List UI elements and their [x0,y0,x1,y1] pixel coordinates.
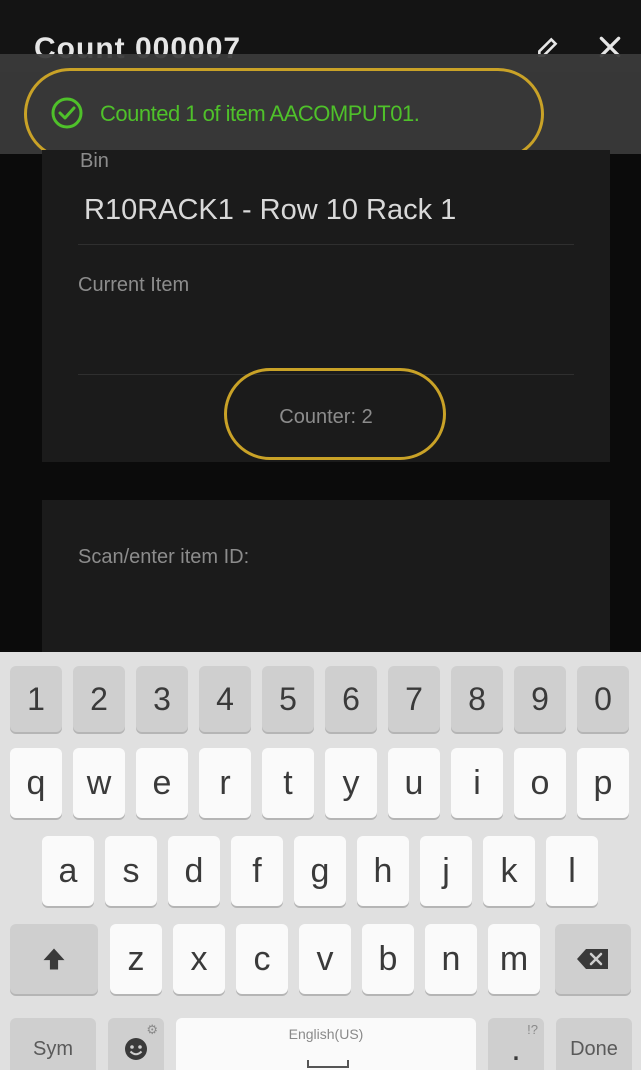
current-item-label: Current Item [78,274,190,296]
backspace-icon [577,949,608,969]
emoji-key[interactable]: ⚙ [108,1018,164,1070]
key-z[interactable]: z [110,924,162,994]
key-t[interactable]: t [262,748,314,818]
key-0[interactable]: 0 [577,666,629,732]
backspace-key[interactable] [555,924,631,994]
key-1[interactable]: 1 [10,666,62,732]
key-g[interactable]: g [294,836,346,906]
key-k[interactable]: k [483,836,535,906]
key-7[interactable]: 7 [388,666,440,732]
key-a[interactable]: a [42,836,94,906]
key-4[interactable]: 4 [199,666,251,732]
key-u[interactable]: u [388,748,440,818]
emoji-icon [125,1038,147,1060]
done-key[interactable]: Done [556,1018,632,1070]
key-o[interactable]: o [514,748,566,818]
screen: Count 000007 Counted 1 of item AACOMPUT0… [0,0,641,1070]
space-language-label: English(US) [288,1026,364,1042]
key-w[interactable]: w [73,748,125,818]
shift-key[interactable] [10,924,98,994]
bin-value: R10RACK1 - Row 10 Rack 1 [84,194,457,226]
key-p[interactable]: p [577,748,629,818]
key-8[interactable]: 8 [451,666,503,732]
divider [78,244,574,245]
space-bar-icon [307,1060,349,1068]
key-d[interactable]: d [168,836,220,906]
sym-key[interactable]: Sym [10,1018,96,1070]
period-key-hint: !? [527,1022,538,1037]
period-key-label: . [511,1029,521,1068]
key-r[interactable]: r [199,748,251,818]
key-b[interactable]: b [362,924,414,994]
scan-card: Scan/enter item ID: [42,500,610,659]
key-5[interactable]: 5 [262,666,314,732]
bin-label: Bin [80,150,109,172]
key-j[interactable]: j [420,836,472,906]
key-m[interactable]: m [488,924,540,994]
key-f[interactable]: f [231,836,283,906]
key-9[interactable]: 9 [514,666,566,732]
key-v[interactable]: v [299,924,351,994]
key-2[interactable]: 2 [73,666,125,732]
key-h[interactable]: h [357,836,409,906]
key-s[interactable]: s [105,836,157,906]
key-x[interactable]: x [173,924,225,994]
toast-notification: Counted 1 of item AACOMPUT01. [0,54,641,160]
key-l[interactable]: l [546,836,598,906]
key-3[interactable]: 3 [136,666,188,732]
key-c[interactable]: c [236,924,288,994]
period-key[interactable]: !? . [488,1018,544,1070]
scan-label: Scan/enter item ID: [78,546,250,568]
key-q[interactable]: q [10,748,62,818]
key-6[interactable]: 6 [325,666,377,732]
space-key[interactable]: English(US) [176,1018,476,1070]
shift-arrow-icon [43,948,65,970]
counter-text: Counter: 2 [279,406,373,428]
location-card: Bin R10RACK1 - Row 10 Rack 1 Current Ite… [42,150,610,462]
key-e[interactable]: e [136,748,188,818]
key-i[interactable]: i [451,748,503,818]
soft-keyboard: 1 2 3 4 5 6 7 8 9 0 q w e r t y u i o p … [0,652,641,1070]
check-circle-icon [51,97,83,129]
key-y[interactable]: y [325,748,377,818]
toast-message: Counted 1 of item AACOMPUT01. [100,101,420,126]
key-n[interactable]: n [425,924,477,994]
emoji-key-hint-icon: ⚙ [146,1022,158,1037]
